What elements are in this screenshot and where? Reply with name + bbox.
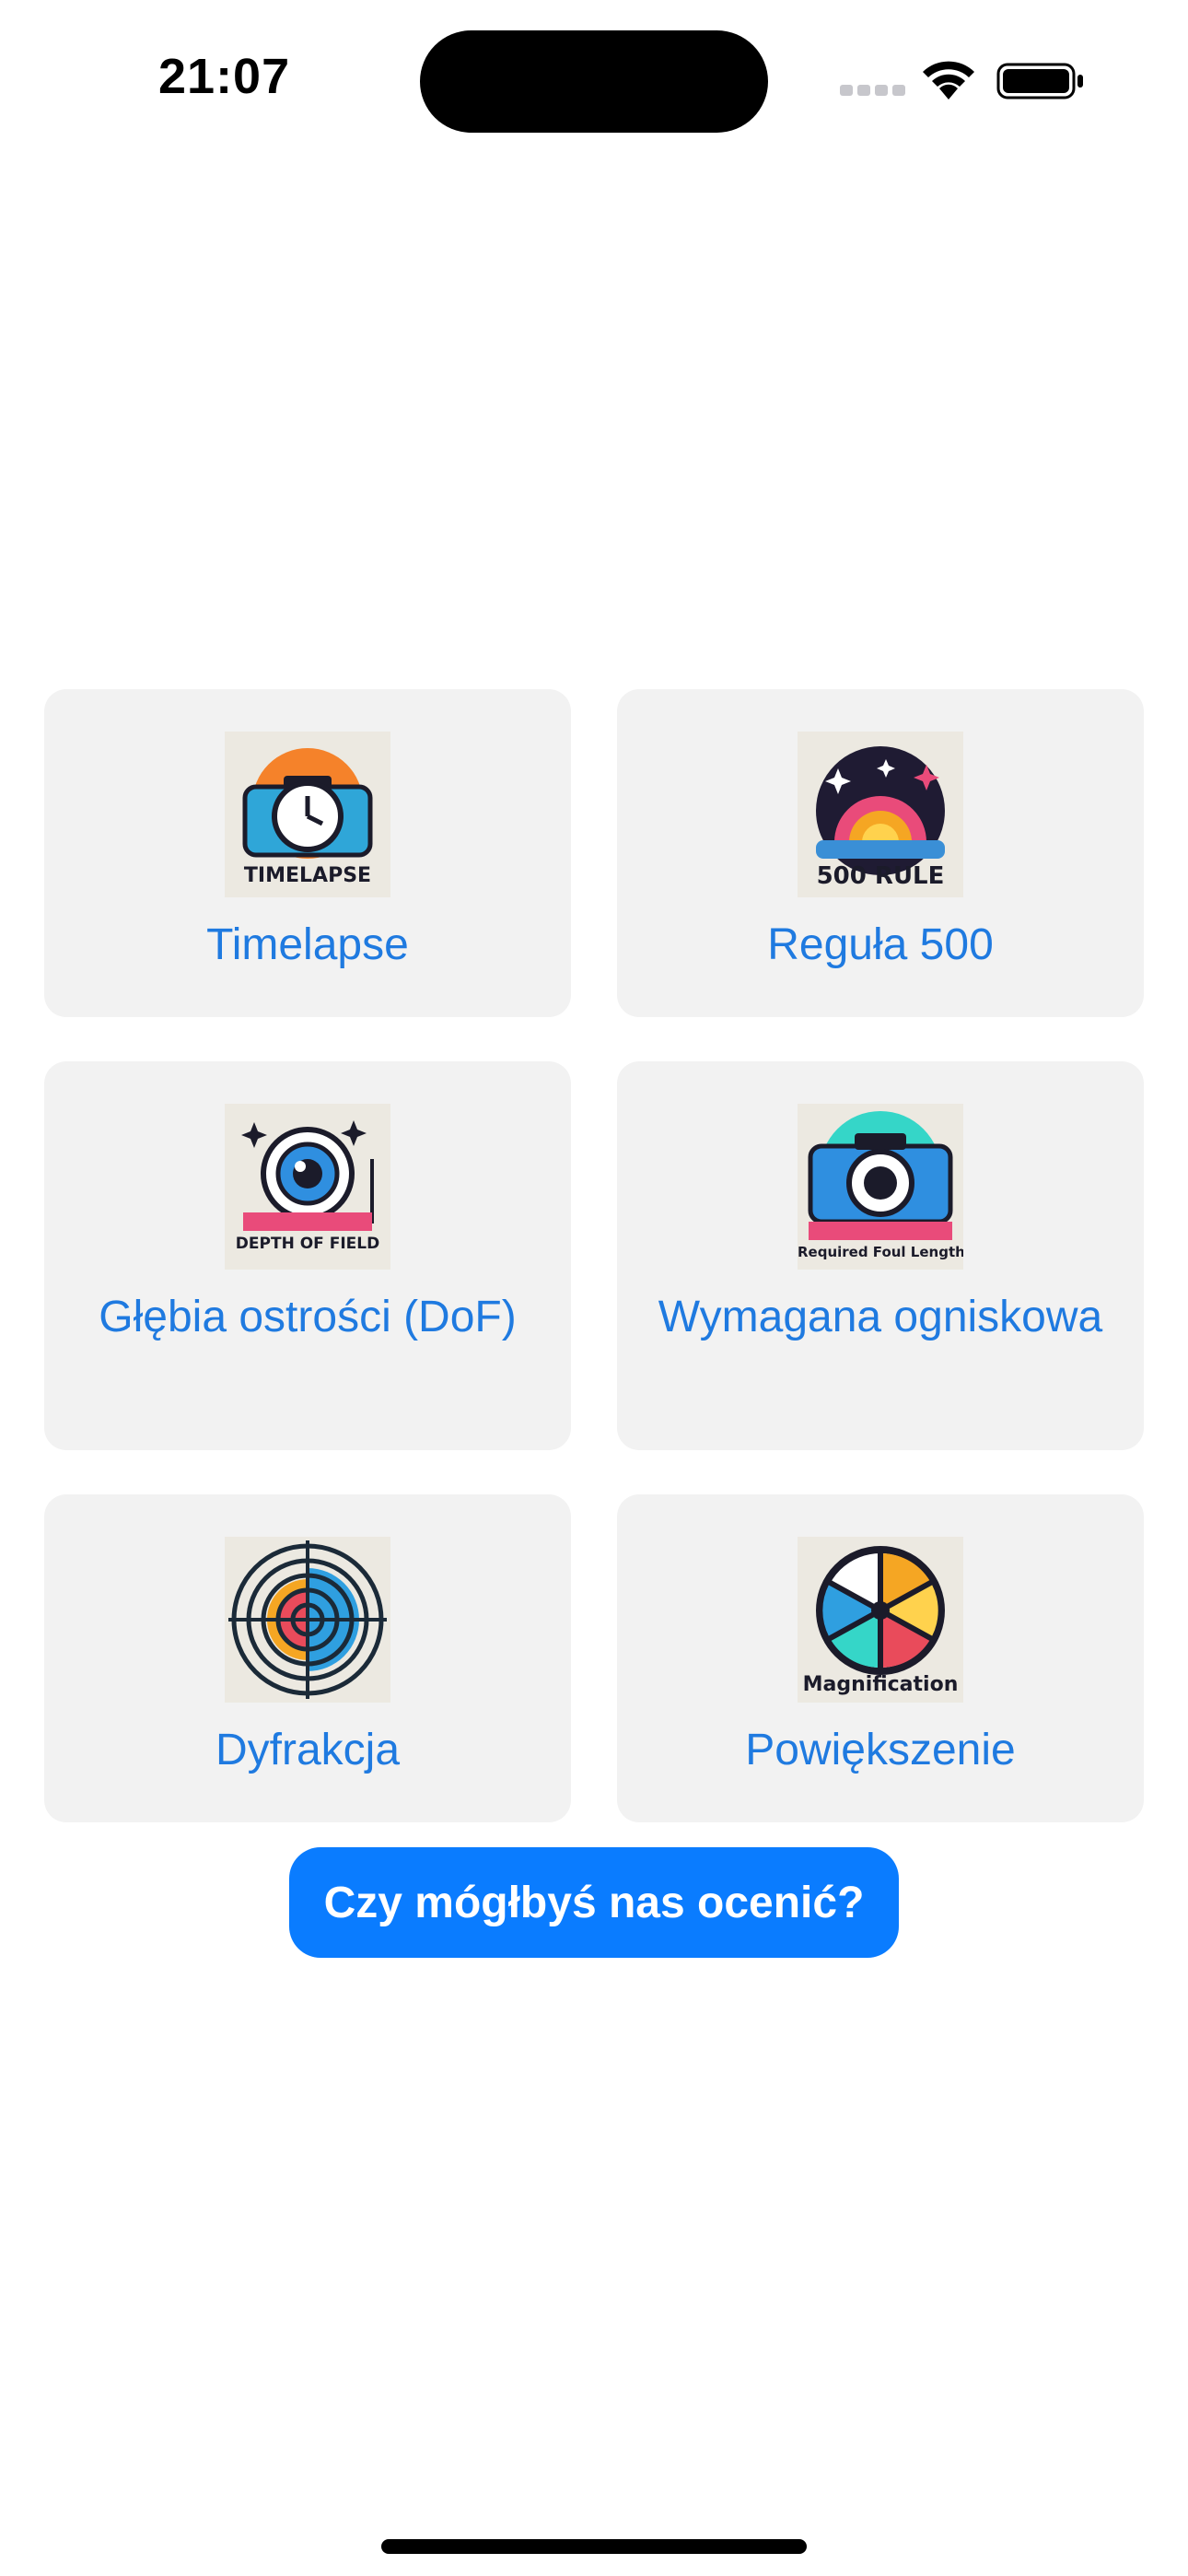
500-rule-icon: 500 RULE — [798, 732, 963, 897]
timelapse-camera-icon: TIMELAPSE — [225, 732, 390, 897]
diffraction-target-icon — [225, 1537, 390, 1703]
tile-diffraction[interactable]: Dyfrakcja — [44, 1494, 571, 1822]
tile-required-focal-length[interactable]: Required Foul Length Wymagana ogniskowa — [617, 1061, 1144, 1450]
image-caption: Magnification — [802, 1673, 959, 1696]
wifi-icon — [919, 57, 978, 101]
dynamic-island — [420, 30, 768, 133]
magnification-wheel-icon: Magnification — [798, 1537, 963, 1703]
depth-of-field-icon: DEPTH OF FIELD — [225, 1104, 390, 1270]
tile-500-rule[interactable]: 500 RULE Reguła 500 — [617, 689, 1144, 1017]
tile-depth-of-field[interactable]: DEPTH OF FIELD Głębia ostrości (DoF) — [44, 1061, 571, 1450]
image-caption: TIMELAPSE — [243, 864, 372, 887]
home-indicator[interactable] — [381, 2539, 807, 2554]
image-caption: DEPTH OF FIELD — [235, 1235, 380, 1253]
status-bar: 21:07 — [0, 0, 1188, 157]
tile-label: Dyfrakcja — [215, 1726, 401, 1774]
signal-icon — [840, 85, 905, 96]
image-caption: 500 RULE — [816, 862, 945, 890]
tile-label: Głębia ostrości (DoF) — [99, 1293, 517, 1341]
image-caption: Required Foul Length — [798, 1244, 963, 1260]
tile-magnification[interactable]: Magnification Powiększenie — [617, 1494, 1144, 1822]
status-time: 21:07 — [158, 49, 291, 104]
rate-us-button[interactable]: Czy mógłbyś nas ocenić? — [289, 1847, 899, 1958]
focal-length-camera-icon: Required Foul Length — [798, 1104, 963, 1270]
tile-timelapse[interactable]: TIMELAPSE Timelapse — [44, 689, 571, 1017]
tile-label: Timelapse — [206, 920, 409, 969]
tile-label: Wymagana ogniskowa — [658, 1293, 1103, 1341]
tile-label: Powiększenie — [745, 1726, 1016, 1774]
battery-icon — [996, 61, 1085, 101]
tile-label: Reguła 500 — [767, 920, 994, 969]
